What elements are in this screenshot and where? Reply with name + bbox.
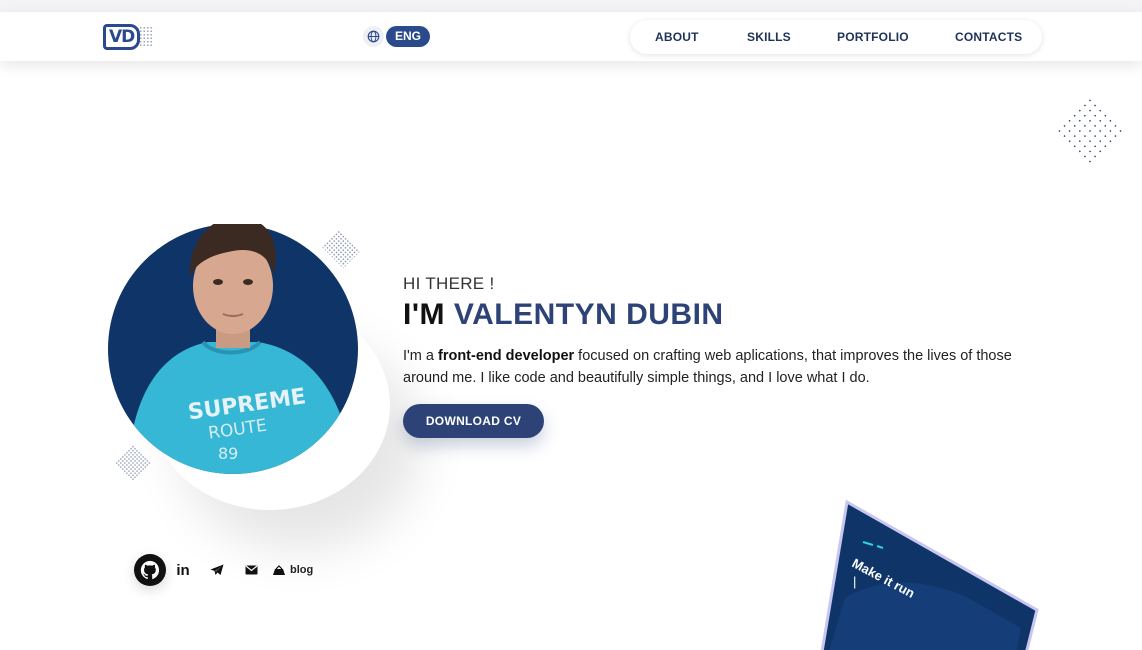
blog-icon xyxy=(273,564,285,575)
language-current[interactable]: ENG xyxy=(386,26,431,47)
logo-text: VD xyxy=(103,24,141,50)
name-prefix: I'M xyxy=(403,298,445,331)
nav-portfolio[interactable]: PORTFOLIO xyxy=(837,20,909,54)
main-nav: ABOUT SKILLS PORTFOLIO CONTACTS xyxy=(630,20,1042,54)
github-icon[interactable] xyxy=(134,554,166,586)
site-logo[interactable]: VD xyxy=(103,24,153,50)
blog-link[interactable]: blog xyxy=(268,553,313,587)
laptop-cursor: | xyxy=(853,574,856,589)
blog-label: blog xyxy=(290,564,314,576)
social-links: in blog xyxy=(134,553,313,587)
decorative-dots-diamond xyxy=(1054,95,1126,167)
language-switcher[interactable]: ENG xyxy=(363,26,431,47)
hero-name: I'M VALENTYN DUBIN xyxy=(403,298,724,332)
top-strip xyxy=(0,0,1142,12)
bio-strong: front-end developer xyxy=(438,348,575,364)
hero-bio: I'm a front-end developer focused on cra… xyxy=(403,345,1043,389)
nav-about[interactable]: ABOUT xyxy=(655,20,699,54)
site-header: VD ENG ABOUT SKILLS PORTFOLIO CONTACTS xyxy=(0,12,1142,61)
telegram-icon[interactable] xyxy=(200,553,234,587)
name-highlight: VALENTYN DUBIN xyxy=(453,298,724,331)
nav-skills[interactable]: SKILLS xyxy=(747,20,791,54)
linkedin-icon[interactable]: in xyxy=(166,553,200,587)
globe-icon[interactable] xyxy=(363,26,384,47)
download-cv-button[interactable]: DOWNLOAD CV xyxy=(403,404,544,438)
bio-part-1: I'm a xyxy=(403,348,438,364)
svg-text:89: 89 xyxy=(218,444,238,463)
mail-icon[interactable] xyxy=(234,553,268,587)
greeting: HI THERE ! xyxy=(403,274,495,293)
nav-contacts[interactable]: CONTACTS xyxy=(955,20,1022,54)
avatar-portrait: SUPREME ROUTE 89 xyxy=(108,224,358,474)
laptop-illustration: Make it run | xyxy=(820,499,1039,650)
logo-dots xyxy=(139,26,153,48)
